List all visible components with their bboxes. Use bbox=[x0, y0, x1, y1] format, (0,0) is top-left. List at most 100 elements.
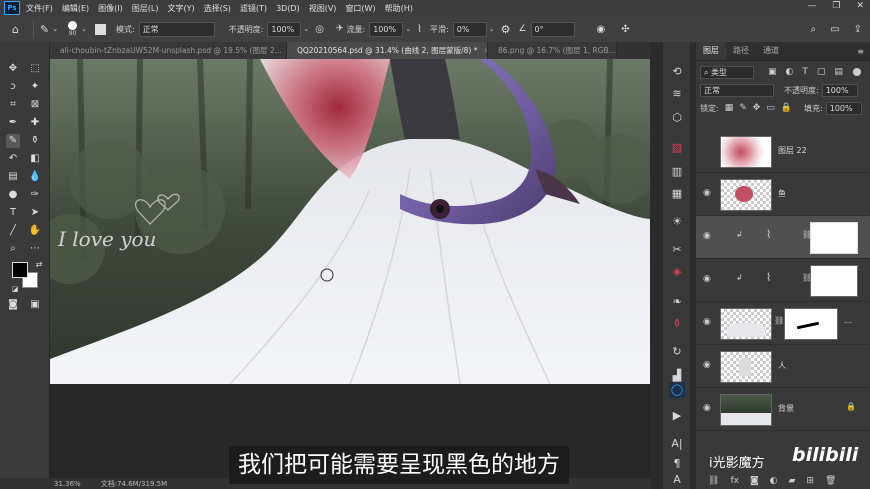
link-layers-icon[interactable]: ⛓ bbox=[708, 476, 719, 486]
dodge-tool-icon[interactable]: ● bbox=[6, 188, 20, 202]
pressure-opacity-icon[interactable]: ◎ bbox=[315, 24, 324, 35]
new-group-icon[interactable]: ▰ bbox=[789, 476, 796, 486]
layer-mask-thumbnail[interactable] bbox=[784, 308, 838, 340]
hand-tool-icon[interactable]: ✋ bbox=[28, 224, 42, 238]
chevron-down-icon[interactable]: ⌄ bbox=[81, 25, 87, 33]
visibility-off-icon[interactable] bbox=[703, 145, 713, 155]
eye-icon[interactable]: ◉ bbox=[703, 360, 713, 370]
brush-tool-icon[interactable]: ✎ bbox=[6, 134, 20, 148]
document-canvas[interactable]: I love you bbox=[50, 59, 650, 384]
filter-type-icon[interactable]: T bbox=[802, 67, 808, 77]
panel-menu-icon[interactable]: ≡ bbox=[857, 47, 864, 56]
foreground-color-swatch[interactable] bbox=[12, 262, 28, 278]
magic-wand-tool-icon[interactable]: ✦ bbox=[28, 80, 42, 94]
chevron-down-icon[interactable]: ⌄ bbox=[303, 25, 309, 33]
new-adjustment-icon[interactable]: ◐ bbox=[770, 476, 778, 486]
layer-row[interactable]: ◉ ↲ ⌇ ⛓ bbox=[696, 259, 870, 302]
layer-row[interactable]: ◉ 人 bbox=[696, 345, 870, 388]
actions-panel-icon[interactable]: ↻ bbox=[669, 344, 685, 360]
tab-document-1[interactable]: ali-choubin-tZnbzaUW52M-unsplash.psd @ 1… bbox=[50, 42, 287, 59]
history-panel-icon[interactable]: ⟲ bbox=[669, 64, 685, 80]
crop-tool-icon[interactable]: ⌗ bbox=[6, 98, 20, 112]
glyphs-panel-icon[interactable]: A bbox=[669, 472, 685, 488]
more-tools-icon[interactable]: ⋯ bbox=[28, 242, 42, 256]
layer-mask-thumbnail[interactable] bbox=[810, 265, 858, 297]
type-tool-icon[interactable]: T bbox=[6, 206, 20, 220]
tab-channels[interactable]: 通道 bbox=[756, 42, 786, 60]
minimize-icon[interactable]: — bbox=[807, 1, 816, 11]
symmetry-icon[interactable]: ✣ bbox=[621, 24, 629, 35]
menu-help[interactable]: 帮助(H) bbox=[385, 3, 413, 14]
layer-effects-icon[interactable]: … bbox=[844, 316, 852, 325]
menu-type[interactable]: 文字(Y) bbox=[167, 3, 194, 14]
eye-icon[interactable]: ◉ bbox=[703, 317, 713, 327]
layer-row[interactable]: ◉ 鱼 bbox=[696, 173, 870, 216]
menu-layer[interactable]: 图层(L) bbox=[132, 3, 159, 14]
airbrush-toggle-icon[interactable]: ⌇ bbox=[417, 24, 422, 35]
chain-link-icon[interactable]: ⛓ bbox=[774, 316, 784, 325]
zoom-tool-icon[interactable]: ⌕ bbox=[6, 242, 20, 256]
brush-preset-picker[interactable]: 90 bbox=[68, 21, 78, 37]
history-brush-tool-icon[interactable]: ↶ bbox=[6, 152, 20, 166]
flow-field[interactable]: 100% bbox=[369, 21, 404, 37]
layer-row[interactable]: ◉ 背景 🔒 bbox=[696, 388, 870, 431]
eye-icon[interactable]: ◉ bbox=[703, 274, 713, 284]
angle-icon[interactable]: ∠ bbox=[518, 24, 526, 34]
menu-window[interactable]: 窗口(W) bbox=[345, 3, 375, 14]
lock-paint-icon[interactable]: ✎ bbox=[739, 103, 747, 113]
fx-icon[interactable]: fx bbox=[730, 476, 739, 486]
menu-image[interactable]: 图像(I) bbox=[98, 3, 123, 14]
menu-view[interactable]: 视图(V) bbox=[309, 3, 337, 14]
menu-edit[interactable]: 编辑(E) bbox=[62, 3, 89, 14]
layer-row-selected[interactable]: ◉ ↲ ⌇ ⛓ bbox=[696, 216, 870, 259]
healing-brush-tool-icon[interactable]: ✚ bbox=[28, 116, 42, 130]
properties-panel-icon[interactable]: ✂ bbox=[669, 242, 685, 258]
chevron-down-icon[interactable]: ⌄ bbox=[489, 25, 495, 33]
line-tool-icon[interactable]: ╱ bbox=[6, 224, 20, 238]
close-icon[interactable]: ✕ bbox=[856, 1, 864, 11]
add-mask-icon[interactable]: ◙ bbox=[750, 476, 759, 486]
clone-stamp-tool-icon[interactable]: ⚱ bbox=[28, 134, 42, 148]
tab-document-3[interactable]: 86.png @ 16.7% (图层 1, RGB...× bbox=[488, 42, 617, 59]
menu-3d[interactable]: 3D(D) bbox=[276, 4, 300, 13]
opacity-field[interactable]: 100% bbox=[267, 21, 302, 37]
lock-all-icon[interactable]: 🔒 bbox=[781, 103, 792, 113]
libraries-panel-icon[interactable]: ☀ bbox=[669, 214, 685, 230]
navigator-panel-icon[interactable]: ◯ bbox=[669, 382, 685, 398]
eraser-tool-icon[interactable]: ◧ bbox=[28, 152, 42, 166]
trash-icon[interactable]: 🗑 bbox=[825, 476, 836, 486]
chevron-down-icon[interactable]: ⌄ bbox=[52, 25, 58, 33]
screen-mode-icon[interactable]: ▣ bbox=[28, 298, 42, 312]
new-layer-icon[interactable]: ⊞ bbox=[806, 476, 814, 486]
curves-adjustment-icon[interactable]: ⌇ bbox=[766, 271, 771, 284]
share-icon[interactable]: ⇪ bbox=[854, 24, 862, 35]
adjustments-panel-icon[interactable]: ≋ bbox=[669, 86, 685, 102]
search-icon[interactable]: ⌕ bbox=[811, 24, 817, 35]
paragraph-panel-icon[interactable]: ¶ bbox=[669, 456, 685, 472]
fill-field[interactable]: 100% bbox=[825, 101, 862, 115]
maximize-icon[interactable]: ❐ bbox=[832, 1, 840, 11]
filter-pixel-icon[interactable]: ▣ bbox=[768, 67, 777, 77]
zoom-level[interactable]: 31.36% bbox=[54, 480, 81, 488]
gradient-tool-icon[interactable]: ▤ bbox=[6, 170, 20, 184]
smoothing-options-icon[interactable]: ⚙ bbox=[501, 23, 511, 36]
pen-tool-icon[interactable]: ✑ bbox=[28, 188, 42, 202]
marquee-tool-icon[interactable]: ⬚ bbox=[28, 62, 42, 76]
eyedropper-tool-icon[interactable]: ✒ bbox=[6, 116, 20, 130]
lock-pixels-icon[interactable]: ▦ bbox=[725, 103, 734, 113]
brush-settings-panel-icon[interactable]: ❧ bbox=[669, 294, 685, 310]
layer-row[interactable]: 图层 22 bbox=[696, 130, 870, 173]
curves-adjustment-icon[interactable]: ⌇ bbox=[766, 228, 771, 241]
filter-smart-icon[interactable]: ▤ bbox=[834, 67, 843, 77]
menu-filter[interactable]: 滤镜(T) bbox=[240, 3, 267, 14]
move-tool-icon[interactable]: ✥ bbox=[6, 62, 20, 76]
quick-mask-icon[interactable]: ◙ bbox=[6, 298, 20, 312]
angle-field[interactable]: 0° bbox=[530, 21, 575, 37]
path-selection-tool-icon[interactable]: ➤ bbox=[28, 206, 42, 220]
tab-layers[interactable]: 图层 bbox=[696, 42, 726, 60]
eye-icon[interactable]: ◉ bbox=[703, 403, 713, 413]
lock-position-icon[interactable]: ✥ bbox=[753, 103, 761, 113]
smoothing-field[interactable]: 0% bbox=[452, 21, 487, 37]
filter-adjust-icon[interactable]: ◐ bbox=[786, 67, 794, 77]
swatches-panel-icon[interactable]: ▥ bbox=[669, 164, 685, 180]
